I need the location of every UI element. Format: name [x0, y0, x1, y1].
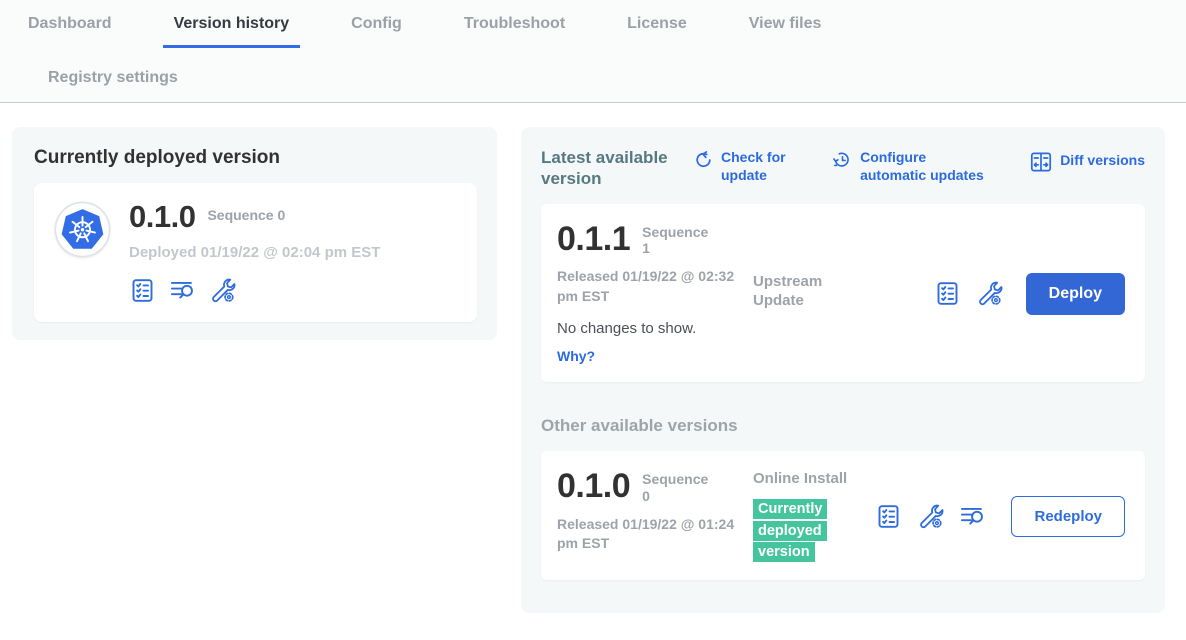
- nav-row-primary: Dashboard Version history Config Trouble…: [0, 14, 1186, 48]
- check-for-update-label: Check for update: [721, 149, 795, 184]
- configure-automatic-updates-link[interactable]: Configure automatic updates: [832, 149, 992, 184]
- deployed-timestamp: Deployed 01/19/22 @ 02:04 pm EST: [129, 244, 380, 261]
- preflight-checklist-icon[interactable]: [934, 280, 961, 307]
- preflight-checklist-icon[interactable]: [129, 277, 156, 304]
- other-available-versions-title: Other available versions: [541, 416, 1145, 436]
- config-wrench-icon[interactable]: [917, 503, 944, 530]
- config-wrench-icon[interactable]: [976, 280, 1003, 307]
- configure-automatic-updates-label: Configure automatic updates: [860, 149, 992, 184]
- other-version-card: 0.1.0 Sequence 0 Released 01/19/22 @ 01:…: [541, 451, 1145, 580]
- latest-version-info: 0.1.1 Sequence 1 Released 01/19/22 @ 02:…: [557, 222, 753, 367]
- top-nav: Dashboard Version history Config Trouble…: [0, 0, 1186, 103]
- scheduled-update-icon: [832, 150, 853, 171]
- refresh-arrow-icon: [693, 150, 714, 171]
- tab-config[interactable]: Config: [351, 14, 402, 34]
- currently-deployed-title: Currently deployed version: [34, 147, 477, 169]
- config-wrench-icon[interactable]: [209, 277, 236, 304]
- latest-version-source: Upstream Update: [753, 222, 865, 311]
- deployed-version-card: 0.1.0 Sequence 0 Deployed 01/19/22 @ 02:…: [34, 183, 477, 322]
- kubernetes-logo-icon: [54, 201, 111, 263]
- diff-icon: [1029, 150, 1053, 174]
- latest-available-title: Latest available version: [541, 147, 689, 190]
- other-version-actions: Redeploy: [875, 496, 1125, 537]
- version-actions: Check for update Configure automatic upd…: [689, 147, 1145, 184]
- tab-dashboard[interactable]: Dashboard: [28, 14, 112, 34]
- tab-registry-settings[interactable]: Registry settings: [48, 69, 178, 86]
- latest-version-actions: Deploy: [934, 273, 1125, 315]
- tab-version-history[interactable]: Version history: [163, 14, 301, 48]
- deploy-button[interactable]: Deploy: [1026, 273, 1125, 315]
- deployed-version-info: 0.1.0 Sequence 0 Deployed 01/19/22 @ 02:…: [129, 201, 380, 304]
- latest-version-header: Latest available version Check for updat…: [541, 147, 1145, 190]
- diff-versions-link[interactable]: Diff versions: [1029, 149, 1145, 174]
- currently-deployed-panel: Currently deployed version 0.1.0 Sequenc…: [12, 127, 497, 340]
- redeploy-button[interactable]: Redeploy: [1011, 496, 1125, 537]
- diff-versions-label: Diff versions: [1060, 152, 1145, 170]
- why-link[interactable]: Why?: [557, 348, 595, 364]
- latest-version-card: 0.1.1 Sequence 1 Released 01/19/22 @ 02:…: [541, 204, 1145, 383]
- currently-deployed-badge: Currently deployed version: [753, 499, 827, 563]
- nav-row-secondary: Registry settings: [0, 48, 1186, 102]
- content-area: Currently deployed version 0.1.0 Sequenc…: [0, 103, 1186, 613]
- latest-version-number: 0.1.1: [557, 222, 630, 256]
- other-released-timestamp: Released 01/19/22 @ 01:24 pm EST: [557, 515, 745, 554]
- other-version-info: 0.1.0 Sequence 0 Released 01/19/22 @ 01:…: [557, 469, 753, 554]
- no-changes-text: No changes to show.: [557, 320, 753, 337]
- other-version-source-col: Online Install Currently deployed versio…: [753, 469, 865, 564]
- release-notes-icon[interactable]: [959, 503, 986, 530]
- release-notes-icon[interactable]: [169, 277, 196, 304]
- tab-troubleshoot[interactable]: Troubleshoot: [464, 14, 565, 34]
- other-version-number: 0.1.0: [557, 469, 630, 503]
- tab-license[interactable]: License: [627, 14, 687, 34]
- available-versions-panel: Latest available version Check for updat…: [521, 127, 1165, 613]
- other-sequence-label: Sequence 0: [642, 471, 708, 505]
- currently-deployed-badge-wrap: Currently deployed version: [753, 499, 837, 564]
- latest-released-timestamp: Released 01/19/22 @ 02:32 pm EST: [557, 267, 745, 306]
- check-for-update-link[interactable]: Check for update: [693, 149, 795, 184]
- deployed-version-number: 0.1.0: [129, 201, 195, 232]
- preflight-checklist-icon[interactable]: [875, 503, 902, 530]
- tab-view-files[interactable]: View files: [749, 14, 822, 34]
- other-version-source: Online Install: [753, 469, 865, 489]
- latest-sequence-label: Sequence 1: [642, 224, 708, 258]
- deployed-sequence-label: Sequence 0: [207, 207, 285, 224]
